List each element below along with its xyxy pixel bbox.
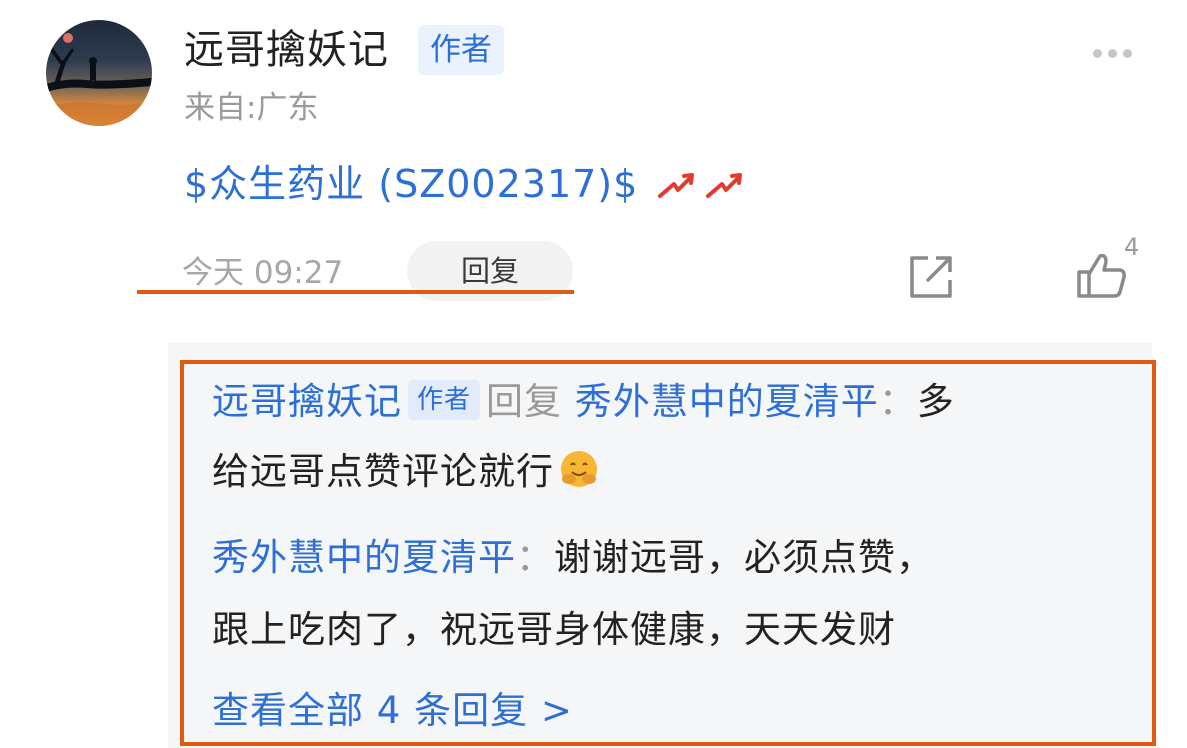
reply-verb: 回复	[486, 380, 563, 423]
location-label: 来自:广东	[184, 90, 319, 126]
share-icon[interactable]	[906, 252, 956, 302]
avatar-silhouette-icon	[46, 33, 152, 126]
stock-link-row[interactable]: $众生药业 (SZ002317)$	[184, 156, 754, 212]
more-dots-icon[interactable]	[1093, 43, 1143, 58]
reply-text: 多	[916, 380, 955, 423]
reply-colon: ：	[516, 536, 554, 579]
reply-author[interactable]: 秀外慧中的夏清平	[212, 536, 516, 579]
author-badge: 作者	[418, 25, 504, 75]
reply-text: 给远哥点赞评论就行	[212, 450, 554, 493]
reply-text: 谢谢远哥，必须点赞，	[554, 536, 934, 579]
reply-item-2-line1[interactable]: 秀外慧中的夏清平：谢谢远哥，必须点赞，	[212, 523, 1112, 593]
thumbs-up-icon[interactable]	[1076, 250, 1130, 300]
reply-author-badge: 作者	[408, 380, 481, 420]
author-name[interactable]: 远哥擒妖记	[184, 22, 389, 78]
reply-colon: ：	[878, 380, 917, 423]
reply-item-1-line2[interactable]: 给远哥点赞评论就行	[212, 437, 1112, 507]
highlight-underline	[137, 290, 574, 294]
reply-text: 跟上吃肉了，祝远哥身体健康，天天发财	[212, 608, 896, 651]
avatar[interactable]	[46, 20, 152, 126]
reply-target-user[interactable]: 秀外慧中的夏清平	[575, 380, 879, 423]
reply-author[interactable]: 远哥擒妖记	[212, 380, 402, 423]
rising-arrows-icon	[658, 173, 743, 198]
reply-item-1-line1[interactable]: 远哥擒妖记 作者 回复 秀外慧中的夏清平：多	[212, 367, 1112, 437]
view-all-replies-link[interactable]: 查看全部 4 条回复 >	[212, 683, 573, 739]
reply-item-2-line2[interactable]: 跟上吃肉了，祝远哥身体健康，天天发财	[212, 595, 1112, 665]
hugging-face-emoji-icon	[561, 451, 597, 487]
stock-link[interactable]: $众生药业 (SZ002317)$	[184, 156, 638, 212]
like-count: 4	[1124, 233, 1140, 261]
